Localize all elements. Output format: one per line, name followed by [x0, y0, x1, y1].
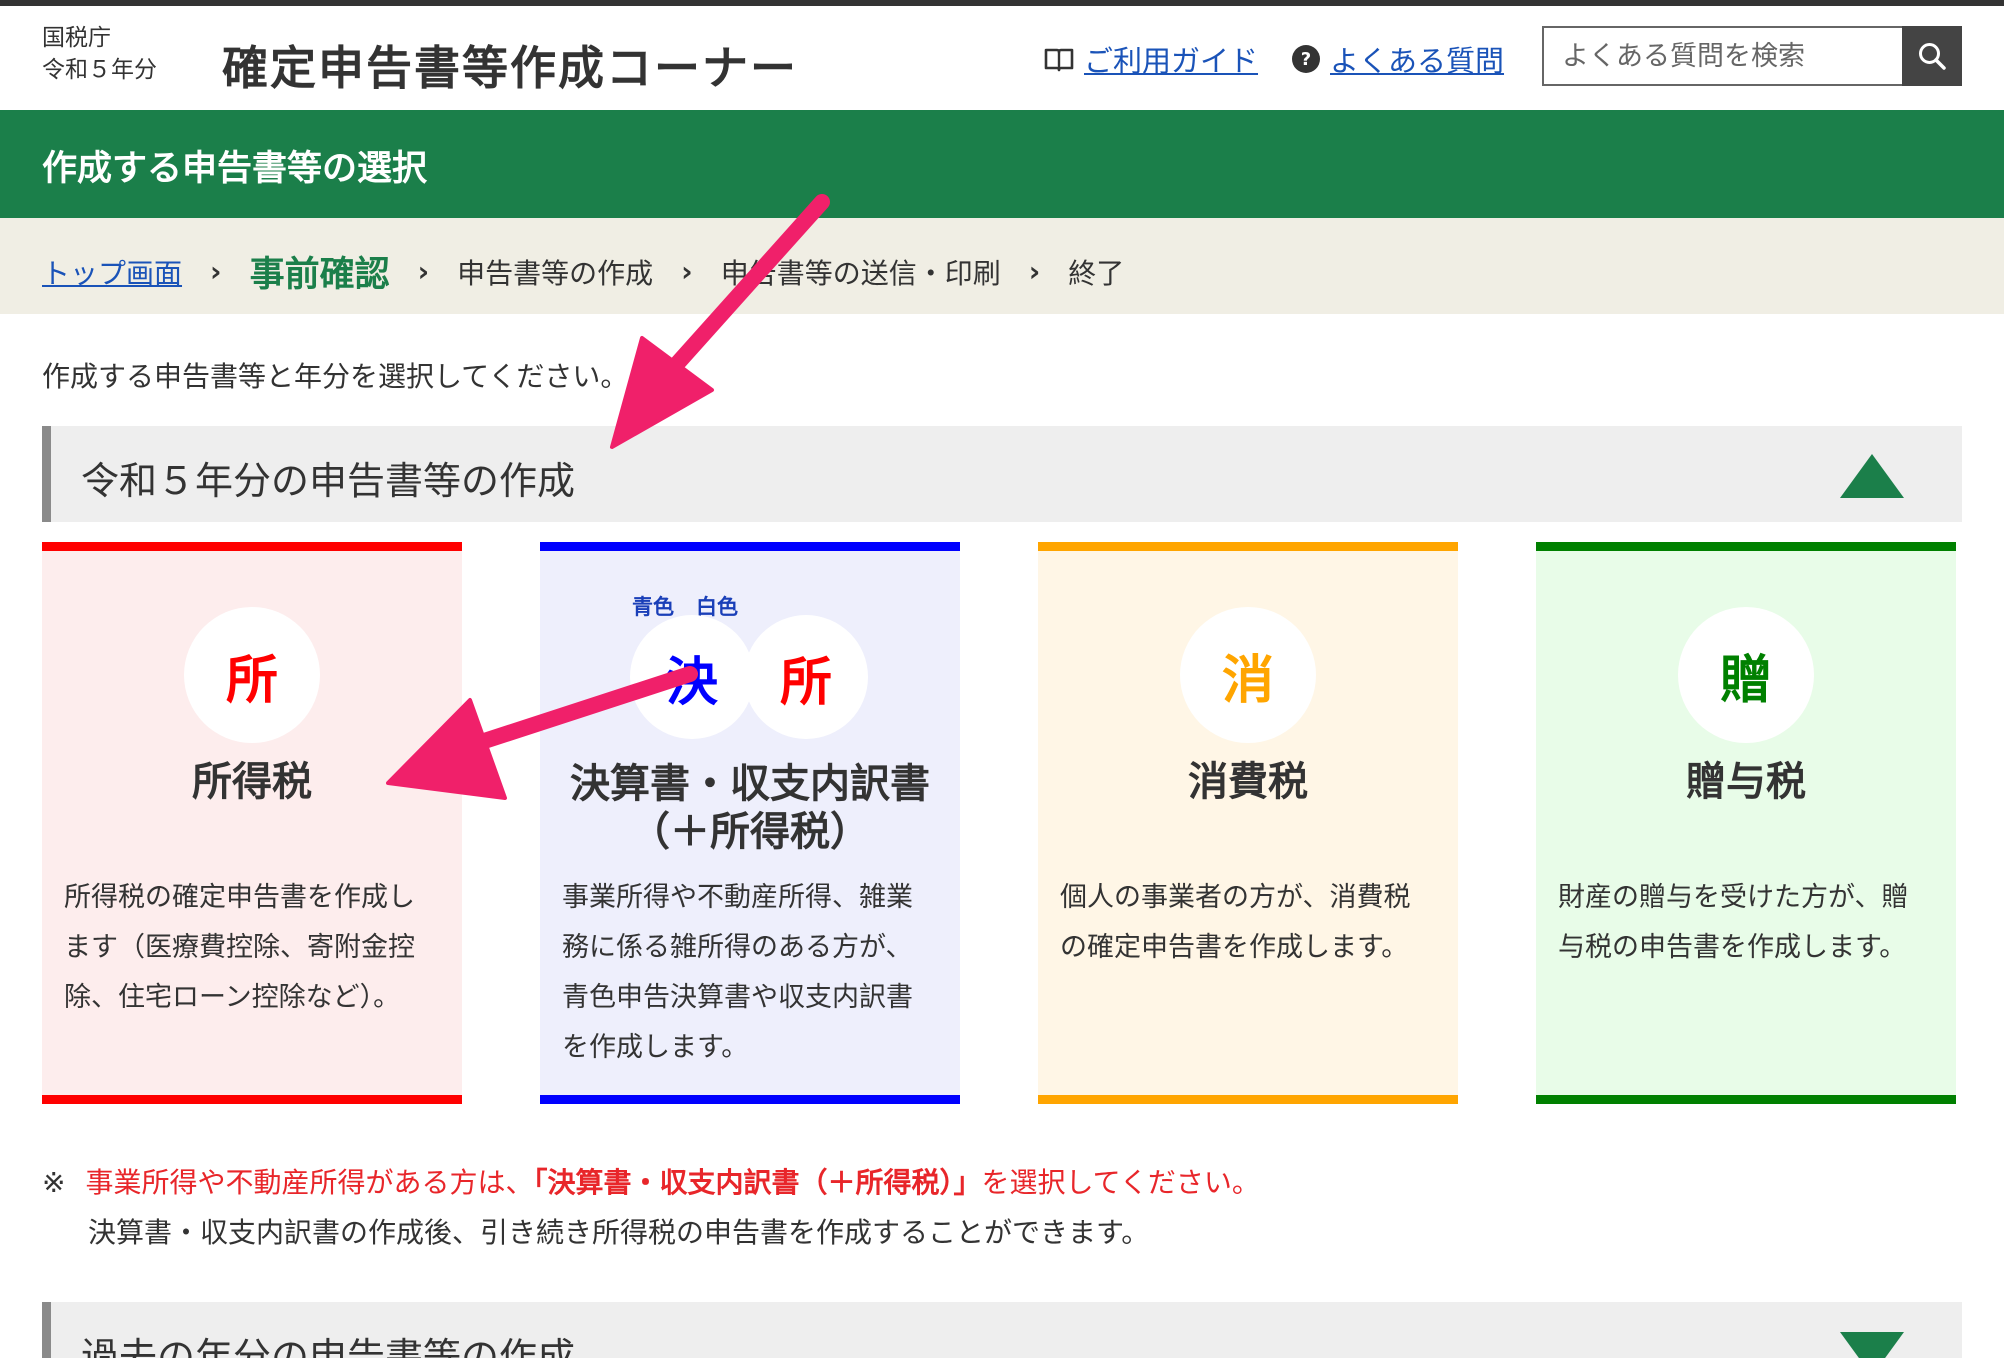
- card-consumption-tax[interactable]: 消 消費税 個人の事業者の方が、消費税の確定申告書を作成します。: [1038, 542, 1458, 1104]
- note-emphasis: 「決算書・収支内訳書（＋所得税）」: [533, 1166, 982, 1199]
- card-title: 決算書・収支内訳書: [570, 761, 930, 807]
- note-mark: ※: [42, 1166, 66, 1199]
- selection-note: ※ 事業所得や不動産所得がある方は、「決算書・収支内訳書（＋所得税）」を選択してく…: [42, 1158, 1260, 1208]
- breadcrumb-step: 終了: [1068, 256, 1125, 290]
- breadcrumb-separator: ›: [210, 255, 222, 288]
- note-text: 事業所得や不動産所得がある方は、: [85, 1166, 534, 1199]
- section-title: 令和５年分の申告書等の作成: [81, 459, 576, 503]
- card-description: 事業所得や不動産所得、雑業務に係る雑所得のある方が、青色申告決算書や収支内訳書を…: [562, 882, 913, 1063]
- faq-link[interactable]: ? よくある質問: [1292, 38, 1504, 80]
- card-title: 所得税: [192, 759, 312, 805]
- search-input[interactable]: [1542, 26, 1902, 86]
- search-button[interactable]: [1902, 26, 1962, 86]
- expand-triangle-icon: [1840, 1332, 1904, 1358]
- income-tax-badge: 所: [184, 607, 320, 743]
- card-income-tax[interactable]: 所 所得税 所得税の確定申告書を作成します（医療費控除、寄附金控除、住宅ローン控…: [42, 542, 462, 1104]
- card-title: 消費税: [1188, 759, 1308, 805]
- breadcrumb: トップ画面 › 事前確認 › 申告書等の作成 › 申告書等の送信・印刷 › 終了: [0, 218, 2004, 314]
- breadcrumb-current-step: 事前確認: [249, 255, 390, 295]
- page: 国税庁 令和５年分 確定申告書等作成コーナー ご利用ガイド ? よくある質問 よ…: [0, 0, 2004, 1358]
- site-header: 国税庁 令和５年分 確定申告書等作成コーナー ご利用ガイド ? よくある質問: [0, 6, 2004, 110]
- site-title: 確定申告書等作成コーナー: [222, 41, 798, 95]
- instruction-text: 作成する申告書等と年分を選択してください。: [42, 360, 629, 393]
- section-title: 過去の年分の申告書等の作成: [81, 1335, 576, 1358]
- faq-search: [1542, 26, 1962, 86]
- gift-tax-badge: 贈: [1678, 607, 1814, 743]
- card-title-sub: （＋所得税）: [630, 809, 870, 855]
- card-description: 個人の事業者の方が、消費税の確定申告書を作成します。: [1060, 882, 1411, 963]
- breadcrumb-step: 申告書等の送信・印刷: [720, 256, 1001, 290]
- card-description: 所得税の確定申告書を作成します（医療費控除、寄附金控除、住宅ローン控除など）。: [64, 882, 415, 1013]
- breadcrumb-top-link[interactable]: トップ画面: [42, 252, 182, 292]
- tax-year: 令和５年分: [42, 57, 157, 83]
- card-title: 贈与税: [1686, 759, 1806, 805]
- page-title: 作成する申告書等の選択: [42, 149, 428, 189]
- note-text: を選択してください。: [981, 1166, 1260, 1199]
- breadcrumb-row: トップ画面 › 事前確認 › 申告書等の作成 › 申告書等の送信・印刷 › 終了: [42, 246, 1124, 297]
- agency-name: 国税庁: [42, 25, 111, 51]
- search-icon: [1919, 43, 1946, 70]
- settlement-badge: 決: [630, 615, 754, 739]
- question-icon: ?: [1292, 45, 1320, 73]
- breadcrumb-step: 申告書等の作成: [457, 256, 654, 290]
- income-tax-badge: 所: [744, 615, 868, 739]
- card-description: 財産の贈与を受けた方が、贈与税の申告書を作成します。: [1558, 882, 1909, 963]
- card-gift-tax[interactable]: 贈 贈与税 財産の贈与を受けた方が、贈与税の申告書を作成します。: [1536, 542, 1956, 1104]
- collapse-triangle-icon: [1840, 454, 1904, 498]
- current-year-section-header[interactable]: 令和５年分の申告書等の作成: [42, 426, 1962, 522]
- card-financial-statements[interactable]: 青色 白色 決 所 決算書・収支内訳書 （＋所得税） 事業所得や不動産所得、雑業務…: [540, 542, 960, 1104]
- book-icon: [1044, 48, 1074, 72]
- consumption-tax-badge: 消: [1180, 607, 1316, 743]
- faq-link-label[interactable]: よくある質問: [1330, 38, 1504, 80]
- note-followup: 決算書・収支内訳書の作成後、引き続き所得税の申告書を作成することができます。: [88, 1216, 1150, 1249]
- breadcrumb-separator: ›: [1028, 255, 1041, 288]
- guide-link-label[interactable]: ご利用ガイド: [1084, 38, 1258, 80]
- breadcrumb-separator: ›: [417, 255, 430, 288]
- agency-block: 国税庁 令和５年分: [42, 22, 157, 86]
- guide-link[interactable]: ご利用ガイド: [1044, 38, 1258, 80]
- breadcrumb-separator: ›: [681, 255, 693, 288]
- blue-return-label: 青色: [632, 595, 674, 619]
- page-title-bar: 作成する申告書等の選択: [0, 110, 2004, 218]
- past-years-section-header[interactable]: 過去の年分の申告書等の作成: [42, 1302, 1962, 1358]
